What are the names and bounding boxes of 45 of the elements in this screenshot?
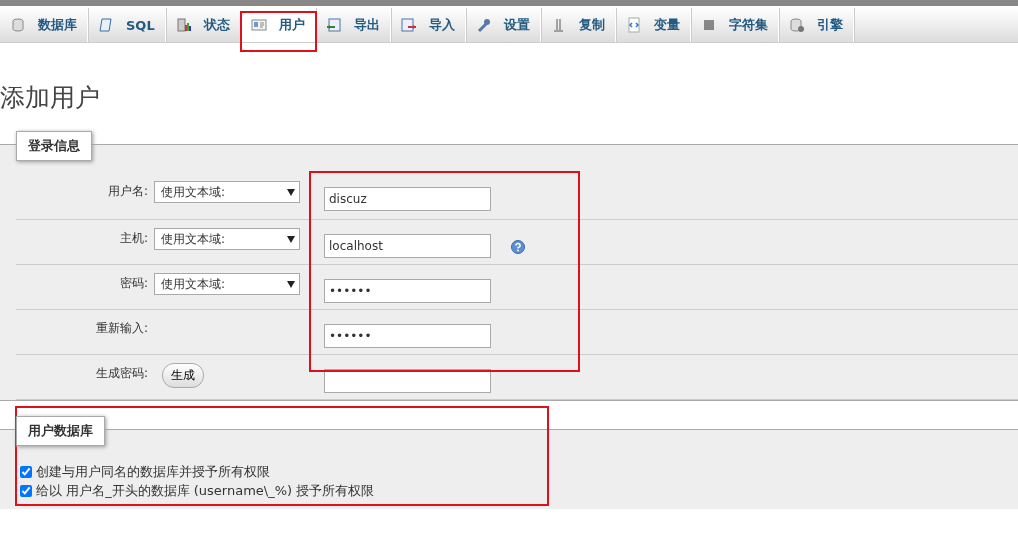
generate-button[interactable]: 生成 — [162, 363, 204, 388]
tab[interactable]: 设置 — [465, 8, 541, 42]
wrench-icon — [475, 17, 492, 33]
import-icon — [400, 17, 417, 33]
id-card-icon — [250, 17, 267, 33]
database-gear-icon — [788, 17, 805, 33]
code-file-icon — [625, 17, 642, 33]
section-legend: 登录信息 — [16, 131, 92, 161]
section-legend: 用户数据库 — [16, 416, 105, 446]
dropdown[interactable]: 使用文本域: — [154, 181, 300, 203]
database-icon — [10, 17, 26, 33]
field-label: 密码: — [118, 275, 148, 292]
caret-icon — [287, 280, 295, 288]
export-icon — [325, 17, 342, 33]
tab[interactable]: 变量 — [615, 8, 691, 42]
dropdown[interactable]: 使用文本域: — [154, 228, 300, 250]
checkbox[interactable] — [20, 465, 32, 478]
input-field[interactable]: discuz — [324, 187, 491, 211]
field-label: 生成密码: — [94, 365, 148, 382]
tab[interactable]: 复制 — [540, 8, 616, 42]
tab[interactable]: 字符集 — [690, 8, 779, 42]
input-field[interactable] — [324, 369, 491, 393]
input-field[interactable]: localhost — [324, 234, 491, 258]
checkbox[interactable] — [20, 484, 32, 497]
tab[interactable]: SQL — [88, 8, 166, 42]
field-label: 主机: — [118, 230, 148, 247]
checkbox-label: 创建与用户同名的数据库并授予所有权限 — [36, 462, 270, 481]
tab[interactable]: 状态 — [165, 8, 241, 42]
tab[interactable]: 导入 — [390, 8, 466, 42]
tab[interactable]: 引擎 — [778, 8, 854, 42]
input-field[interactable]: •••••• — [324, 279, 491, 303]
tab[interactable]: 导出 — [315, 8, 391, 42]
field-label: 用户名: — [106, 183, 148, 200]
field-label: 重新输入: — [94, 320, 148, 337]
tab[interactable]: 数据库 — [0, 8, 88, 42]
caret-icon — [287, 235, 295, 243]
scroll-icon — [98, 17, 114, 33]
dropdown[interactable]: 使用文本域: — [154, 273, 300, 295]
page-title: 添加用户 — [0, 82, 101, 114]
checkbox-label: 给以 用户名_开头的数据库 (username\_%) 授予所有权限 — [36, 481, 375, 500]
chart-icon — [175, 17, 192, 33]
help-icon[interactable] — [511, 240, 525, 254]
caret-icon — [287, 188, 295, 196]
input-field[interactable]: •••••• — [324, 324, 491, 348]
tab[interactable]: 用户 — [240, 8, 316, 42]
